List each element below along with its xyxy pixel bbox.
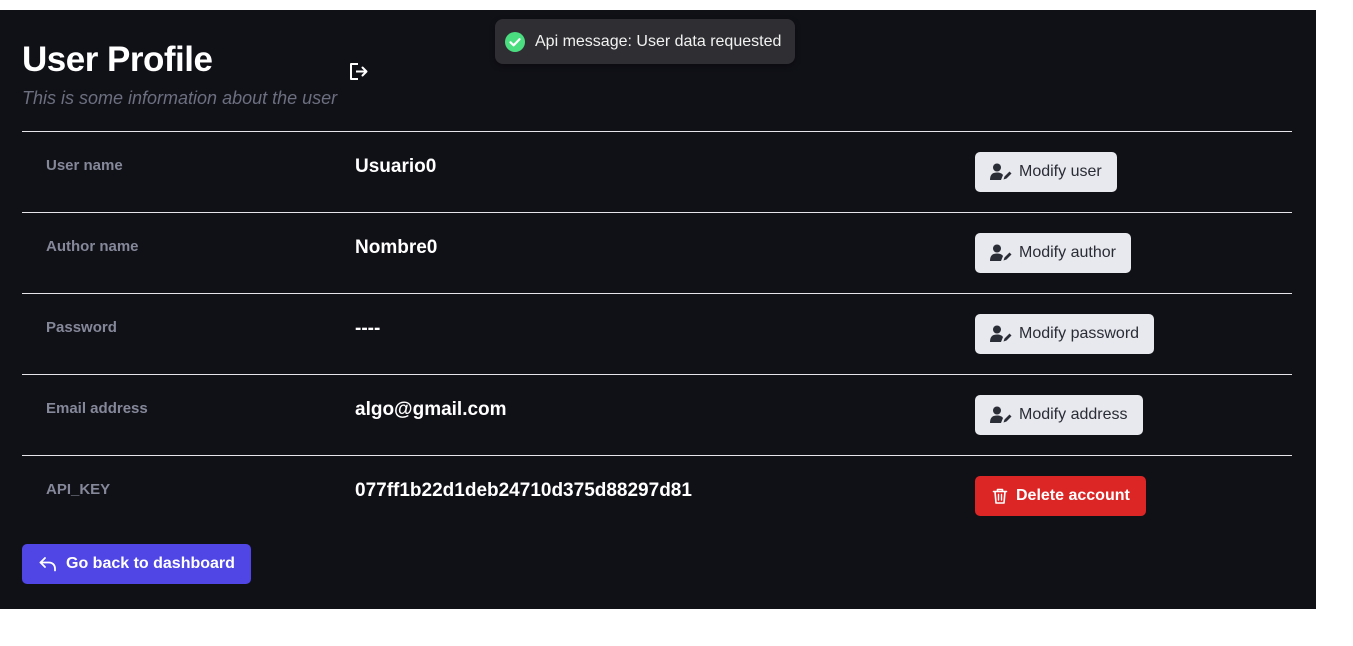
field-row-author-name: Author name Nombre0 Modify author bbox=[22, 213, 1292, 294]
delete-account-button[interactable]: Delete account bbox=[975, 476, 1146, 516]
user-edit-icon bbox=[990, 244, 1012, 261]
modify-author-button[interactable]: Modify author bbox=[975, 233, 1131, 273]
check-circle-icon bbox=[505, 31, 525, 52]
field-value: Usuario0 bbox=[355, 156, 437, 177]
user-edit-icon bbox=[990, 325, 1012, 342]
button-label: Modify author bbox=[1019, 244, 1116, 261]
field-label: User name bbox=[46, 157, 123, 174]
field-label: Author name bbox=[46, 238, 139, 255]
toast-message: Api message: User data requested bbox=[535, 32, 782, 50]
modify-password-button[interactable]: Modify password bbox=[975, 314, 1155, 354]
field-label: Password bbox=[46, 319, 117, 336]
button-label: Delete account bbox=[1016, 487, 1130, 504]
button-label: Modify address bbox=[1019, 406, 1128, 423]
field-row-password: Password ---- Modify password bbox=[22, 294, 1292, 375]
page-title: User Profile bbox=[22, 40, 213, 79]
field-row-email: Email address algo@gmail.com Modify addr… bbox=[22, 375, 1292, 456]
user-edit-icon bbox=[990, 163, 1012, 180]
go-back-label: Go back to dashboard bbox=[66, 555, 235, 572]
modify-address-button[interactable]: Modify address bbox=[975, 395, 1143, 435]
field-label: Email address bbox=[46, 400, 148, 417]
button-label: Modify user bbox=[1019, 163, 1102, 180]
field-value: 077ff1b22d1deb24710d375d88297d81 bbox=[355, 480, 692, 501]
field-row-api-key: API_KEY 077ff1b22d1deb24710d375d88297d81… bbox=[22, 456, 1292, 536]
go-back-button[interactable]: Go back to dashboard bbox=[22, 544, 251, 584]
logout-icon[interactable] bbox=[347, 60, 371, 84]
button-label: Modify password bbox=[1019, 325, 1140, 342]
modify-user-button[interactable]: Modify user bbox=[975, 152, 1117, 192]
field-value: algo@gmail.com bbox=[355, 399, 507, 420]
profile-field-list: User name Usuario0 Modify user Author na… bbox=[22, 131, 1292, 536]
api-toast: Api message: User data requested bbox=[495, 19, 795, 64]
user-edit-icon bbox=[990, 406, 1012, 423]
arrow-back-icon bbox=[39, 557, 56, 572]
field-row-user-name: User name Usuario0 Modify user bbox=[22, 132, 1292, 213]
page-subtitle: This is some information about the user bbox=[22, 88, 338, 108]
trash-icon bbox=[992, 488, 1008, 504]
field-value: Nombre0 bbox=[355, 237, 438, 258]
field-label: API_KEY bbox=[46, 481, 111, 498]
field-value: ---- bbox=[355, 318, 381, 339]
